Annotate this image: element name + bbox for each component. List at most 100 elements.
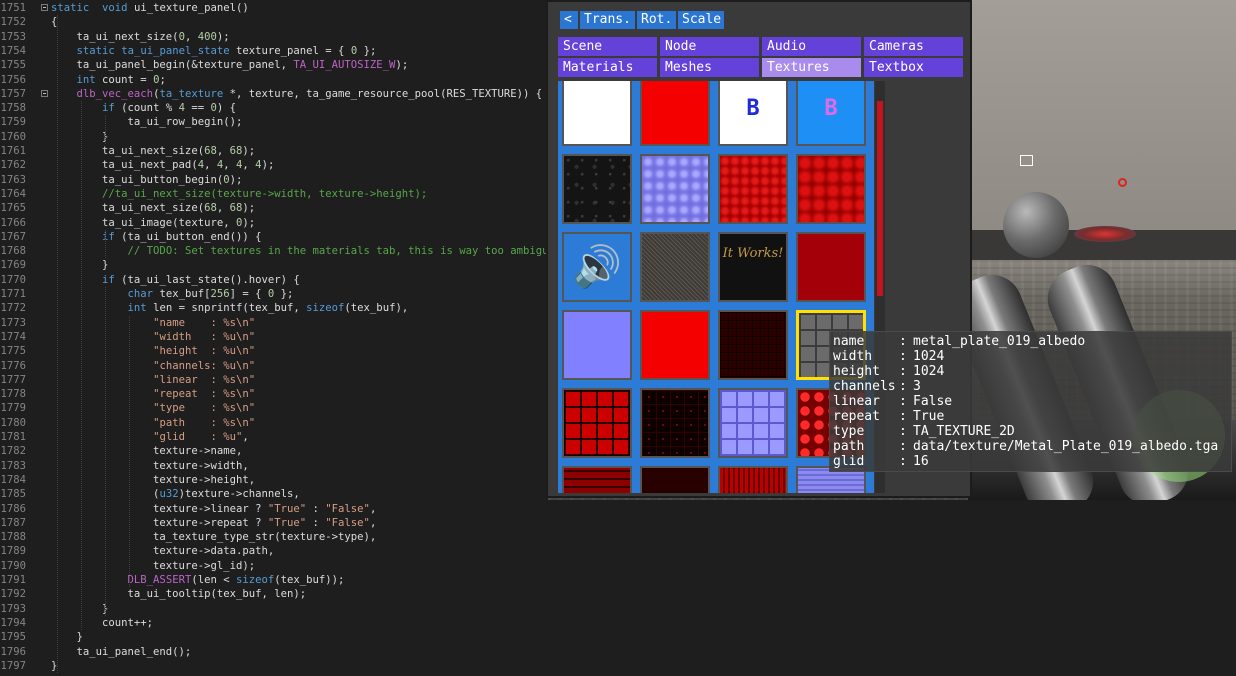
scrollbar-thumb[interactable]: [877, 101, 883, 296]
code-line[interactable]: 1757 dlb_vec_each(ta_texture *, texture,…: [0, 87, 548, 101]
line-number: 1789: [0, 545, 26, 558]
code-text: ta_ui_row_begin();: [51, 115, 243, 129]
code-line[interactable]: 1790 texture->gl_id);: [0, 559, 548, 573]
code-line[interactable]: 1768 // TODO: Set textures in the materi…: [0, 244, 548, 258]
fold-toggle-icon[interactable]: [41, 4, 48, 11]
texture-thumbnail[interactable]: [718, 154, 788, 224]
translate-button[interactable]: Trans.: [580, 11, 635, 29]
code-line[interactable]: 1771 char tex_buf[256] = { 0 };: [0, 287, 548, 301]
tab-scene[interactable]: Scene: [558, 37, 657, 56]
code-line[interactable]: 1762 ta_ui_next_pad(4, 4, 4, 4);: [0, 158, 548, 172]
code-line[interactable]: 1759 ta_ui_row_begin();: [0, 115, 548, 129]
code-line[interactable]: 1765 ta_ui_next_size(68, 68);: [0, 201, 548, 215]
code-editor[interactable]: 1751 static void ui_texture_panel() 1752{1…: [0, 0, 548, 676]
code-line[interactable]: 1756 int count = 0;: [0, 73, 548, 87]
light-gizmo-icon[interactable]: [1118, 178, 1127, 187]
texture-thumbnail[interactable]: [562, 310, 632, 380]
texture-thumbnail[interactable]: [562, 466, 632, 493]
code-line[interactable]: 1766 ta_ui_image(texture, 0);: [0, 216, 548, 230]
texture-thumbnail[interactable]: [796, 154, 866, 224]
code-line[interactable]: 1767 if (ta_ui_button_end()) {: [0, 230, 548, 244]
code-line[interactable]: 1775 "height : %u\n": [0, 344, 548, 358]
tab-node[interactable]: Node: [660, 37, 759, 56]
code-line[interactable]: 1794 count++;: [0, 616, 548, 630]
code-line[interactable]: 1788 ta_texture_type_str(texture->type),: [0, 530, 548, 544]
code-line[interactable]: 1753 ta_ui_next_size(0, 400);: [0, 30, 548, 44]
code-line[interactable]: 1792 ta_ui_tooltip(tex_buf, len);: [0, 587, 548, 601]
line-number: 1772: [0, 302, 26, 315]
rotate-button[interactable]: Rot.: [637, 11, 676, 29]
code-line[interactable]: 1760 }: [0, 130, 548, 144]
texture-thumbnail[interactable]: [640, 388, 710, 458]
texture-thumbnail[interactable]: B: [796, 81, 866, 146]
code-line[interactable]: 1782 texture->name,: [0, 444, 548, 458]
back-button[interactable]: <: [560, 11, 578, 29]
code-token: }: [51, 602, 109, 615]
code-line[interactable]: 1758 if (count % 4 == 0) {: [0, 101, 548, 115]
code-line[interactable]: 1784 texture->height,: [0, 473, 548, 487]
code-line[interactable]: 1778 "repeat : %s\n": [0, 387, 548, 401]
texture-thumbnail[interactable]: [562, 154, 632, 224]
code-line[interactable]: 1755 ta_ui_panel_begin(&texture_panel, T…: [0, 58, 548, 72]
code-line[interactable]: 1777 "linear : %s\n": [0, 373, 548, 387]
code-text: ta_ui_button_begin(0);: [51, 173, 242, 187]
tooltip-value: True: [913, 409, 945, 424]
tab-meshes[interactable]: Meshes: [660, 58, 759, 77]
code-token: tex_buf[: [153, 288, 211, 300]
code-line[interactable]: 1752{: [0, 15, 548, 29]
scale-button[interactable]: Scale: [678, 11, 724, 29]
code-line[interactable]: 1796 ta_ui_panel_end();: [0, 645, 548, 659]
tab-textbox[interactable]: Textbox: [864, 58, 963, 77]
texture-thumbnail[interactable]: [562, 388, 632, 458]
camera-gizmo-icon[interactable]: [1020, 155, 1033, 166]
code-line[interactable]: 1774 "width : %u\n": [0, 330, 548, 344]
code-line[interactable]: 1781 "glid : %u",: [0, 430, 548, 444]
code-line[interactable]: 1772 int len = snprintf(tex_buf, sizeof(…: [0, 301, 548, 315]
texture-thumbnail[interactable]: [640, 466, 710, 493]
texture-thumbnail[interactable]: [640, 81, 710, 146]
code-line[interactable]: 1770 if (ta_ui_last_state().hover) {: [0, 273, 548, 287]
texture-thumbnail[interactable]: [718, 310, 788, 380]
code-line[interactable]: 1783 texture->width,: [0, 459, 548, 473]
code-token: ,: [184, 30, 198, 43]
code-token: (tex_buf));: [274, 574, 345, 586]
code-line[interactable]: 1789 texture->data.path,: [0, 544, 548, 558]
tab-materials[interactable]: Materials: [558, 58, 657, 77]
tooltip-key: type: [833, 424, 865, 439]
texture-thumbnail[interactable]: [718, 388, 788, 458]
tab-cameras[interactable]: Cameras: [864, 37, 963, 56]
code-line[interactable]: 1776 "channels: %u\n": [0, 359, 548, 373]
code-line[interactable]: 1797}: [0, 659, 548, 673]
texture-thumbnail[interactable]: 🔊: [562, 232, 632, 302]
code-line[interactable]: 1780 "path : %s\n": [0, 416, 548, 430]
line-number: 1763: [0, 173, 26, 186]
tab-audio[interactable]: Audio: [762, 37, 861, 56]
code-line[interactable]: 1769 }: [0, 258, 548, 272]
texture-thumbnail[interactable]: [640, 154, 710, 224]
texture-thumbnail[interactable]: [562, 81, 632, 146]
code-line[interactable]: 1785 (u32)texture->channels,: [0, 487, 548, 501]
texture-thumbnail[interactable]: It Works!: [718, 232, 788, 302]
code-line[interactable]: 1764 //ta_ui_next_size(texture->width, t…: [0, 187, 548, 201]
tab-textures[interactable]: Textures: [762, 58, 861, 77]
fold-toggle-icon[interactable]: [41, 89, 48, 97]
texture-thumbnail[interactable]: [640, 232, 710, 302]
texture-thumbnail[interactable]: [718, 466, 788, 493]
texture-thumbnail[interactable]: [796, 232, 866, 302]
code-line[interactable]: 1763 ta_ui_button_begin(0);: [0, 173, 548, 187]
code-line[interactable]: 1754 static ta_ui_panel_state texture_pa…: [0, 44, 548, 58]
texture-thumbnail[interactable]: B: [718, 81, 788, 146]
code-line[interactable]: 1791 DLB_ASSERT(len < sizeof(tex_buf));: [0, 573, 548, 587]
code-line[interactable]: 1751 static void ui_texture_panel(): [0, 1, 548, 15]
code-line[interactable]: 1761 ta_ui_next_size(68, 68);: [0, 144, 548, 158]
texture-thumbnail[interactable]: [640, 310, 710, 380]
code-line[interactable]: 1795 }: [0, 630, 548, 644]
code-line[interactable]: 1773 "name : %s\n": [0, 316, 548, 330]
code-line[interactable]: 1793 }: [0, 602, 548, 616]
code-line[interactable]: 1786 texture->linear ? "True" : "False",: [0, 502, 548, 516]
code-line[interactable]: 1779 "type : %s\n": [0, 401, 548, 415]
code-line[interactable]: 1787 texture->repeat ? "True" : "False",: [0, 516, 548, 530]
code-token: ta_ui_next_pad(: [51, 159, 198, 172]
